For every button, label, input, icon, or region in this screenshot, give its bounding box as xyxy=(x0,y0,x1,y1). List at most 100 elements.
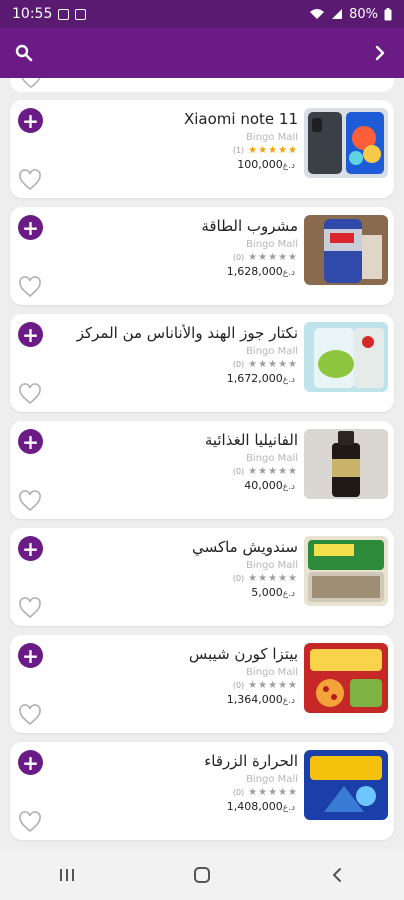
heart-icon[interactable] xyxy=(18,489,42,513)
back-icon[interactable] xyxy=(317,855,357,895)
battery-icon xyxy=(384,7,392,20)
product-title: Xiaomi note 11 xyxy=(183,110,298,128)
status-time: 10:55 xyxy=(12,6,53,22)
price-value: 1,672,000 xyxy=(226,372,283,385)
home-icon[interactable] xyxy=(182,855,222,895)
store-name: Bingo Mall xyxy=(246,346,298,357)
store-name: Bingo Mall xyxy=(246,774,298,785)
recent-apps-icon[interactable] xyxy=(47,855,87,895)
vanilla-image[interactable] xyxy=(304,429,388,499)
product-card[interactable]: + نكتار جوز الهند والأناناس من المركز Bi… xyxy=(10,314,394,412)
signal-icon xyxy=(332,9,343,19)
product-card[interactable]: + Xiaomi note 11 Bingo Mall ★★★★★ (1) د.… xyxy=(10,100,394,198)
store-name: Bingo Mall xyxy=(246,667,298,678)
nectar-image[interactable] xyxy=(304,322,388,392)
product-price: د.ع1,364,000 xyxy=(48,693,298,706)
add-to-cart-button[interactable]: + xyxy=(18,429,43,454)
status-bar: 10:55 80% xyxy=(0,0,404,28)
product-info: الحرارة الزرقاء Bingo Mall ★★★★★ (0) د.ع… xyxy=(48,752,298,813)
add-to-cart-button[interactable]: + xyxy=(18,215,43,240)
sandwich-image[interactable] xyxy=(304,536,388,606)
product-price: د.ع1,628,000 xyxy=(48,265,298,278)
store-name: Bingo Mall xyxy=(246,560,298,571)
price-value: 1,628,000 xyxy=(226,265,283,278)
heart-icon[interactable] xyxy=(20,78,42,90)
product-info: نكتار جوز الهند والأناناس من المركز Bing… xyxy=(48,324,298,385)
heart-icon[interactable] xyxy=(18,810,42,834)
price-value: 1,364,000 xyxy=(226,693,283,706)
rating: ★★★★★ (0) xyxy=(48,359,298,370)
rating: ★★★★★ (0) xyxy=(48,680,298,691)
star-rating-icon: ★★★★★ xyxy=(248,252,298,263)
star-rating-icon: ★★★★★ xyxy=(248,680,298,691)
rating-count: (1) xyxy=(232,146,245,155)
rating: ★★★★★ (0) xyxy=(48,252,298,263)
rating-count: (0) xyxy=(232,574,245,583)
rating-count: (0) xyxy=(232,467,245,476)
currency: د.ع xyxy=(282,161,295,171)
heart-icon[interactable] xyxy=(18,382,42,406)
product-info: سندويش ماكسي Bingo Mall ★★★★★ (0) د.ع5,0… xyxy=(48,538,298,599)
star-rating-icon: ★★★★★ xyxy=(248,573,298,584)
product-title: مشروب الطاقة xyxy=(201,217,298,235)
product-info: Xiaomi note 11 Bingo Mall ★★★★★ (1) د.ع1… xyxy=(48,110,298,171)
product-list[interactable]: + Xiaomi note 11 Bingo Mall ★★★★★ (1) د.… xyxy=(0,78,404,850)
rating: ★★★★★ (1) xyxy=(48,145,298,156)
add-to-cart-button[interactable]: + xyxy=(18,108,43,133)
rating-count: (0) xyxy=(232,788,245,797)
currency: د.ع xyxy=(282,803,295,813)
search-icon[interactable] xyxy=(12,41,36,65)
heart-icon[interactable] xyxy=(18,703,42,727)
takis-image[interactable] xyxy=(304,750,388,820)
product-price: د.ع40,000 xyxy=(48,479,298,492)
add-to-cart-button[interactable]: + xyxy=(18,322,43,347)
battery-percent: 80% xyxy=(349,6,378,22)
rating: ★★★★★ (0) xyxy=(48,573,298,584)
gallery-notification-icon xyxy=(58,8,70,20)
product-info: الفانيليا الغذائية Bingo Mall ★★★★★ (0) … xyxy=(48,431,298,492)
product-title: سندويش ماكسي xyxy=(192,538,298,556)
product-card[interactable]: + بيتزا كورن شيبس Bingo Mall ★★★★★ (0) د… xyxy=(10,635,394,733)
add-to-cart-button[interactable]: + xyxy=(18,750,43,775)
product-card[interactable]: + مشروب الطاقة Bingo Mall ★★★★★ (0) د.ع1… xyxy=(10,207,394,305)
add-to-cart-button[interactable]: + xyxy=(18,643,43,668)
product-card[interactable]: + الفانيليا الغذائية Bingo Mall ★★★★★ (0… xyxy=(10,421,394,519)
heart-icon[interactable] xyxy=(18,275,42,299)
store-name: Bingo Mall xyxy=(246,132,298,143)
rating: ★★★★★ (0) xyxy=(48,787,298,798)
product-title: نكتار جوز الهند والأناناس من المركز xyxy=(76,324,298,342)
price-value: 1,408,000 xyxy=(226,800,283,813)
product-card[interactable]: + الحرارة الزرقاء Bingo Mall ★★★★★ (0) د… xyxy=(10,742,394,840)
star-rating-icon: ★★★★★ xyxy=(248,466,298,477)
partial-product-card[interactable] xyxy=(10,78,394,92)
currency: د.ع xyxy=(282,696,295,706)
add-to-cart-button[interactable]: + xyxy=(18,536,43,561)
chevron-right-icon[interactable] xyxy=(368,41,392,65)
price-value: 100,000 xyxy=(237,158,283,171)
heart-icon[interactable] xyxy=(18,168,42,192)
rating-count: (0) xyxy=(232,253,245,262)
product-info: بيتزا كورن شيبس Bingo Mall ★★★★★ (0) د.ع… xyxy=(48,645,298,706)
currency: د.ع xyxy=(282,268,295,278)
product-title: الحرارة الزرقاء xyxy=(204,752,298,770)
currency: د.ع xyxy=(282,375,295,385)
price-value: 5,000 xyxy=(251,586,283,599)
store-name: Bingo Mall xyxy=(246,239,298,250)
app-bar xyxy=(0,28,404,78)
star-rating-icon: ★★★★★ xyxy=(248,359,298,370)
system-nav-bar xyxy=(0,850,404,900)
price-value: 40,000 xyxy=(244,479,283,492)
product-card[interactable]: + سندويش ماكسي Bingo Mall ★★★★★ (0) د.ع5… xyxy=(10,528,394,626)
phone-image[interactable] xyxy=(304,108,388,178)
product-info: مشروب الطاقة Bingo Mall ★★★★★ (0) د.ع1,6… xyxy=(48,217,298,278)
energy-drink-image[interactable] xyxy=(304,215,388,285)
product-price: د.ع1,672,000 xyxy=(48,372,298,385)
product-price: د.ع5,000 xyxy=(48,586,298,599)
star-rating-icon: ★★★★★ xyxy=(248,787,298,798)
product-title: الفانيليا الغذائية xyxy=(204,431,298,449)
pizza-chips-image[interactable] xyxy=(304,643,388,713)
app-notification-icon xyxy=(75,8,87,20)
heart-icon[interactable] xyxy=(18,596,42,620)
product-price: د.ع1,408,000 xyxy=(48,800,298,813)
product-title: بيتزا كورن شيبس xyxy=(188,645,298,663)
